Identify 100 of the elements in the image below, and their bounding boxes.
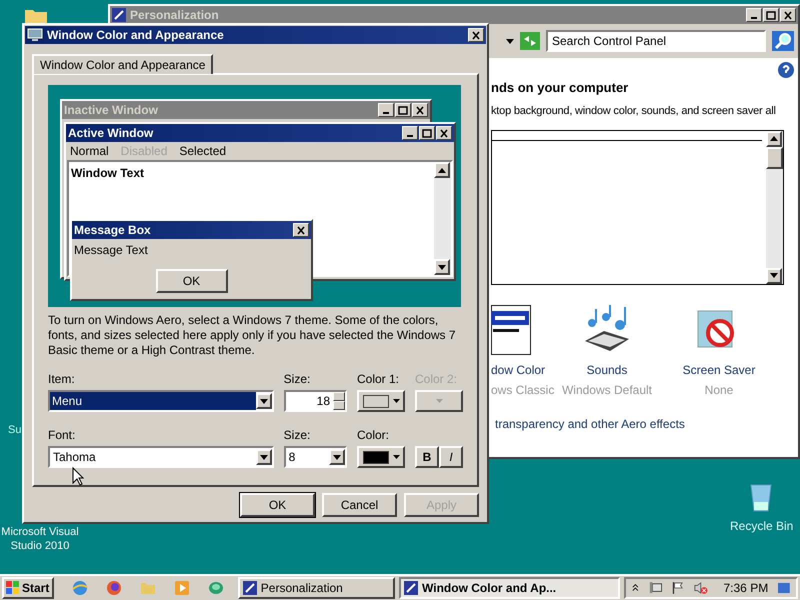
color-picker[interactable] [357,446,405,468]
personalization-item[interactable]: Screen Saver None [663,300,775,398]
arrow-down-icon [438,264,446,270]
window-text: Window Text [71,166,144,180]
dropdown-button[interactable] [256,449,272,465]
show-desktop-icon[interactable] [778,582,790,594]
minimize-button[interactable] [402,126,418,140]
search-field[interactable]: Search Control Panel [546,30,766,52]
color-swatch [362,394,388,408]
arrow-up-icon [438,168,446,172]
scrollbar[interactable] [434,162,451,275]
speaker-muted-icon[interactable] [694,580,708,596]
item-subtitle: Windows Default [562,382,652,398]
minimize-button[interactable] [378,103,394,117]
aero-description: To turn on Windows Aero, select a Windows 7 theme. Some of the colors, fonts, and sizes selected here apply only if you have selected the Windows 7 Basic theme or a High Contrast theme. [48,313,457,358]
page-heading: nds on your computer [491,79,630,97]
caret-down-icon [436,399,442,403]
ok-button[interactable]: OK [156,269,228,293]
desktop-icon-label[interactable]: Su [8,424,22,437]
start-button[interactable]: Start [2,577,54,599]
item-title: Sounds [586,362,628,378]
maximize-button[interactable] [419,126,435,140]
dialog-button[interactable]: Cancel [322,493,397,517]
fox-browser-icon[interactable] [106,580,122,596]
arrow-down-icon [260,454,268,460]
refresh-icon[interactable] [520,32,540,50]
theme-list[interactable] [491,130,784,284]
font-value: Tahoma [52,449,97,466]
menu-item[interactable]: Normal [70,142,109,160]
dropdown-button[interactable] [256,393,272,409]
item-subtitle: None [704,382,734,398]
scrollbar-thumb[interactable] [766,146,783,168]
taskbar-task[interactable]: Window Color and Ap... [399,577,620,599]
size-value: 18 [316,393,331,410]
minimize-icon [383,112,389,114]
color-1-label: Color 1: [357,371,400,386]
spin-up-button[interactable] [333,392,345,401]
caret-down-icon [392,455,400,459]
network-icon[interactable] [648,580,662,596]
desktop-icon-label[interactable]: Recycle Bin [730,517,794,535]
help-icon[interactable] [778,62,794,78]
color-picker[interactable] [357,390,405,412]
window-preview-icon [491,304,531,354]
scroll-up-button[interactable] [434,162,450,178]
arrow-down-icon [333,454,341,460]
dialog-button[interactable]: OK [240,493,315,517]
item-title: dow Color [491,362,546,378]
scroll-down-button[interactable] [434,259,450,275]
scrollbar[interactable] [766,130,783,284]
close-button[interactable] [468,28,484,42]
close-icon [296,226,306,234]
item-label: Item: [48,371,76,386]
minimize-button[interactable] [746,8,762,22]
spin-down-button[interactable] [333,401,345,410]
size-spinner[interactable]: 18 [284,390,347,412]
font-size-label: Size: [284,427,312,442]
scroll-up-button[interactable] [766,130,782,146]
caret-down-icon [392,399,400,403]
aero-link[interactable]: transparency and other Aero effects [495,414,798,432]
size-label: Size: [284,371,312,386]
window-title: Personalization [130,7,219,24]
italic-button[interactable]: I [439,446,463,468]
scroll-down-button[interactable] [766,268,782,284]
close-icon [415,106,425,114]
monitor-icon [27,28,43,42]
close-icon [471,30,481,40]
item-value: Menu [50,392,256,410]
tab[interactable]: Window Color and Appearance [32,54,214,74]
maximize-button[interactable] [763,8,779,22]
minimize-icon [751,16,757,18]
taskbar-task[interactable]: Personalization [238,577,396,599]
close-button[interactable] [780,8,796,22]
item-title: Screen Saver [682,362,756,378]
desktop-icon-label[interactable]: Microsoft Visual Studio 2010 [0,525,80,553]
close-icon [783,10,793,20]
menu-item[interactable]: Selected [179,142,226,160]
dialog-title: Window Color and Appearance [47,27,224,44]
font-dropdown[interactable]: Tahoma [48,446,274,468]
control-panel-icon [404,581,418,595]
maximize-icon [766,10,776,20]
search-icon[interactable] [772,31,794,51]
color-swatch [362,450,388,464]
item-dropdown[interactable]: Menu [48,390,274,412]
dropdown-button[interactable] [329,449,345,465]
font-color-label: Color: [357,427,390,442]
font-size-dropdown[interactable]: 8 [284,446,347,468]
maximize-button[interactable] [395,103,411,117]
recycle-bin-icon[interactable] [750,482,772,512]
bold-button[interactable]: B [415,446,439,468]
dropdown-arrow-icon[interactable] [506,38,514,44]
maximize-icon [398,106,408,114]
close-icon [439,128,449,138]
flag-icon[interactable] [672,580,684,596]
font-label: Font: [48,427,76,442]
close-button[interactable] [436,126,452,140]
close-button[interactable] [412,103,428,117]
close-button[interactable] [293,223,309,237]
arrow-down-icon [770,273,778,278]
clock[interactable]: 7:36 PM [724,579,768,597]
chevron-up-icon[interactable] [632,583,639,593]
